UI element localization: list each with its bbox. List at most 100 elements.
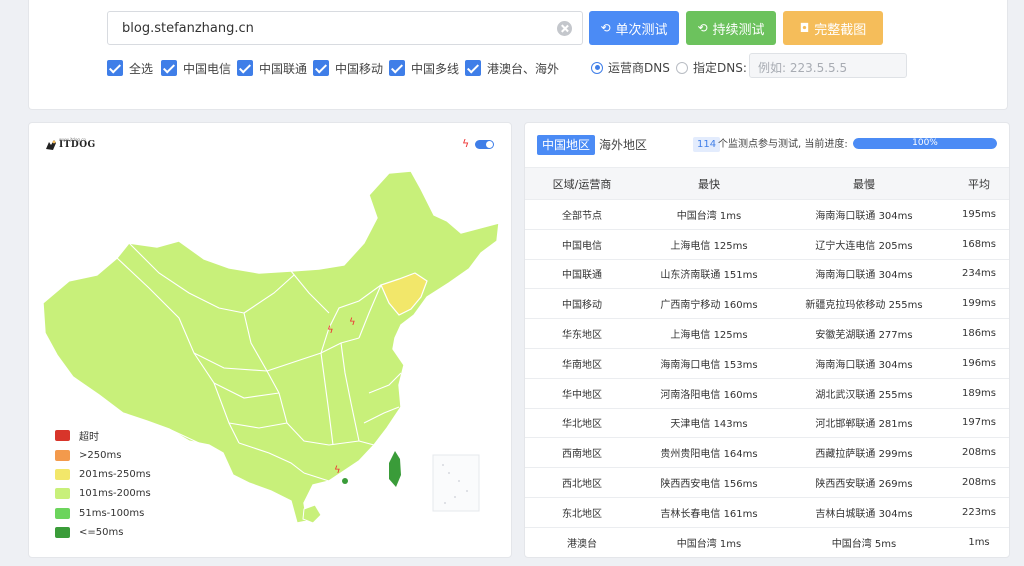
table-cell: 中国移动	[525, 288, 639, 320]
radio-label: 指定DNS:	[693, 61, 747, 75]
legend-swatch	[55, 488, 70, 500]
table-cell: 全部节点	[525, 199, 639, 230]
legend-swatch	[55, 507, 70, 519]
map-legend: 超时 >250ms 201ms-250ms 101ms-200ms 51ms-1…	[55, 426, 151, 542]
radio-selected-icon	[591, 61, 603, 74]
test-config-panel: blog.stefanzhang.cn ⟲ 单次测试 ⟲ 持续测试 ◘ 完整截图…	[28, 0, 1008, 110]
legend-swatch	[55, 430, 70, 442]
table-cell: 辽宁大连电信 205ms	[779, 229, 949, 260]
checkbox-telecom[interactable]: 中国电信	[161, 60, 231, 76]
marker-toggle[interactable]	[475, 140, 494, 149]
legend-item: >250ms	[55, 445, 151, 464]
table-cell: 天津电信 143ms	[639, 408, 779, 439]
column-header: 区域/运营商	[525, 167, 639, 200]
checkbox-checked-icon	[465, 60, 481, 76]
checkbox-label: 中国移动	[335, 61, 384, 76]
dns-input[interactable]: 例如: 223.5.5.5	[749, 53, 907, 78]
table-row: 全部节点 中国台湾 1ms 海南海口联通 304ms 195ms	[525, 199, 1009, 230]
column-header: 平均	[949, 167, 1009, 200]
legend-label: >250ms	[79, 449, 122, 461]
checkbox-checked-icon	[389, 60, 405, 76]
table-row: 华中地区 河南洛阳电信 160ms 湖北武汉联通 255ms 189ms	[525, 378, 1009, 409]
screenshot-button[interactable]: ◘ 完整截图	[783, 11, 883, 45]
table-cell: 华中地区	[525, 378, 639, 409]
table-cell: 中国台湾 1ms	[639, 199, 779, 230]
table-cell: 234ms	[949, 259, 1009, 290]
south-sea-inset	[432, 454, 480, 512]
table-body: 全部节点 中国台湾 1ms 海南海口联通 304ms 195ms 中国电信 上海电信 12…	[525, 199, 1009, 557]
column-header: 最快	[639, 167, 779, 200]
table-cell: 1ms	[949, 527, 1009, 557]
table-cell: 湖北武汉联通 255ms	[779, 378, 949, 409]
table-row: 西南地区 贵州贵阳电信 164ms 西藏拉萨联通 299ms 208ms	[525, 437, 1009, 469]
refresh-icon: ⟲	[697, 21, 708, 35]
legend-label: 51ms-100ms	[79, 507, 145, 519]
table-cell: 168ms	[949, 229, 1009, 260]
clear-icon[interactable]	[557, 21, 572, 36]
table-cell: 贵州贵阳电信 164ms	[639, 437, 779, 469]
results-table: 区域/运营商 最快 最慢 平均 全部节点 中国台湾 1ms 海南海口联通 304ms…	[525, 167, 1009, 557]
single-test-button[interactable]: ⟲ 单次测试	[589, 11, 679, 45]
logo-subtext: www.itdog.cn	[59, 137, 86, 142]
checkbox-label: 中国电信	[183, 61, 232, 76]
legend-swatch	[55, 449, 70, 461]
table-cell: 西北地区	[525, 467, 639, 498]
table-cell: 195ms	[949, 199, 1009, 230]
table-cell: 安徽芜湖联通 277ms	[779, 318, 949, 349]
table-cell: 208ms	[949, 437, 1009, 469]
tab-china[interactable]: 中国地区	[537, 135, 596, 155]
checkbox-mobile[interactable]: 中国移动	[313, 60, 383, 76]
checkbox-checked-icon	[237, 60, 253, 76]
table-row: 中国电信 上海电信 125ms 辽宁大连电信 205ms 168ms	[525, 229, 1009, 260]
table-cell: 中国台湾 1ms	[639, 527, 779, 557]
radio-isp-dns[interactable]: 运营商DNS	[591, 59, 670, 76]
table-row: 华南地区 海南海口电信 153ms 海南海口联通 304ms 196ms	[525, 348, 1009, 379]
table-cell: 海南海口联通 304ms	[779, 259, 949, 290]
table-cell: 海南海口联通 304ms	[779, 348, 949, 379]
table-row: 港澳台 中国台湾 1ms 中国台湾 5ms 1ms	[525, 527, 1009, 557]
table-cell: 196ms	[949, 348, 1009, 379]
table-cell: 华南地区	[525, 348, 639, 379]
checkbox-select-all[interactable]: 全选	[107, 60, 153, 76]
legend-swatch	[55, 468, 70, 480]
table-header-row: 区域/运营商 最快 最慢 平均	[525, 167, 1009, 200]
legend-item: 51ms-100ms	[55, 504, 151, 523]
continuous-test-label: 持续测试	[712, 22, 765, 38]
table-cell: 197ms	[949, 408, 1009, 439]
table-cell: 河南洛阳电信 160ms	[639, 378, 779, 409]
legend-item: 101ms-200ms	[55, 484, 151, 503]
radio-custom-dns[interactable]: 指定DNS:	[676, 59, 747, 76]
table-row: 东北地区 吉林长春电信 161ms 吉林白城联通 304ms 223ms	[525, 497, 1009, 528]
progress-bar: 100%	[853, 138, 997, 149]
legend-label: 101ms-200ms	[79, 488, 151, 500]
progress-label: 100%	[912, 138, 938, 148]
table-cell: 海南海口电信 153ms	[639, 348, 779, 379]
checkbox-overseas[interactable]: 港澳台、海外	[465, 60, 559, 76]
tab-overseas[interactable]: 海外地区	[599, 135, 647, 155]
table-row: 中国联通 山东济南联通 151ms 海南海口联通 304ms 234ms	[525, 259, 1009, 290]
table-cell: 吉林白城联通 304ms	[779, 497, 949, 528]
url-input[interactable]: blog.stefanzhang.cn	[107, 11, 583, 45]
checkbox-checked-icon	[313, 60, 329, 76]
table-cell: 上海电信 125ms	[639, 318, 779, 349]
checkbox-checked-icon	[161, 60, 177, 76]
table-cell: 华东地区	[525, 318, 639, 349]
radio-unselected-icon	[676, 61, 688, 74]
bolt-icon: ϟ	[462, 137, 470, 150]
table-cell: 199ms	[949, 288, 1009, 320]
checkbox-checked-icon	[107, 60, 123, 76]
checkbox-label: 中国联通	[259, 61, 308, 76]
table-cell: 陕西西安联通 269ms	[779, 467, 949, 498]
results-panel: 中国地区 海外地区 114 个监测点参与测试, 当前进度: 100% 区域/运营…	[524, 122, 1010, 558]
legend-label: <=50ms	[79, 527, 124, 539]
continuous-test-button[interactable]: ⟲ 持续测试	[686, 11, 776, 45]
legend-item: 超时	[55, 426, 151, 445]
table-row: 华北地区 天津电信 143ms 河北邯郸联通 281ms 197ms	[525, 408, 1009, 439]
camera-icon: ◘	[799, 21, 810, 35]
legend-label: 超时	[79, 432, 99, 444]
checkbox-unicom[interactable]: 中国联通	[237, 60, 307, 76]
column-header: 最慢	[779, 167, 949, 200]
bolt-icon: ϟ	[327, 325, 334, 336]
table-cell: 中国电信	[525, 229, 639, 260]
checkbox-multiline[interactable]: 中国多线	[389, 60, 459, 76]
